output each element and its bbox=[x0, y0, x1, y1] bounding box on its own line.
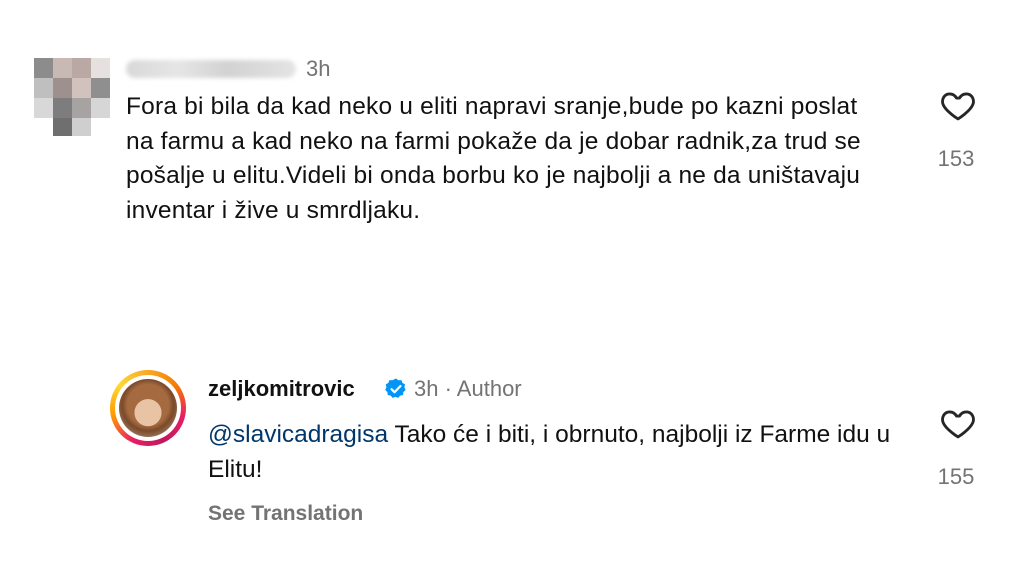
blurred-avatar[interactable] bbox=[34, 58, 110, 136]
comment-meta: 3h · Author bbox=[414, 376, 522, 401]
avatar-photo bbox=[119, 379, 177, 437]
like-count: 153 bbox=[937, 146, 975, 171]
reply-text: @slavicadragisa Tako će i biti, i obrnut… bbox=[208, 418, 908, 487]
verified-badge-icon bbox=[385, 378, 406, 398]
see-translation-button[interactable]: See Translation bbox=[208, 502, 363, 526]
comment-username[interactable]: zeljkomitrovic bbox=[208, 376, 355, 402]
heart-outline-icon[interactable] bbox=[937, 404, 979, 442]
blurred-username[interactable] bbox=[126, 60, 296, 78]
comment-1: 3h Fora bi bila da kad neko u eliti napr… bbox=[0, 0, 1024, 300]
avatar[interactable] bbox=[110, 370, 186, 446]
comment-time: 3h bbox=[306, 56, 331, 81]
like-count: 155 bbox=[937, 464, 975, 489]
heart-outline-icon[interactable] bbox=[937, 86, 979, 124]
mention-link[interactable]: @slavicadragisa bbox=[208, 421, 388, 448]
comment-text: Fora bi bila da kad neko u eliti napravi… bbox=[126, 93, 861, 224]
